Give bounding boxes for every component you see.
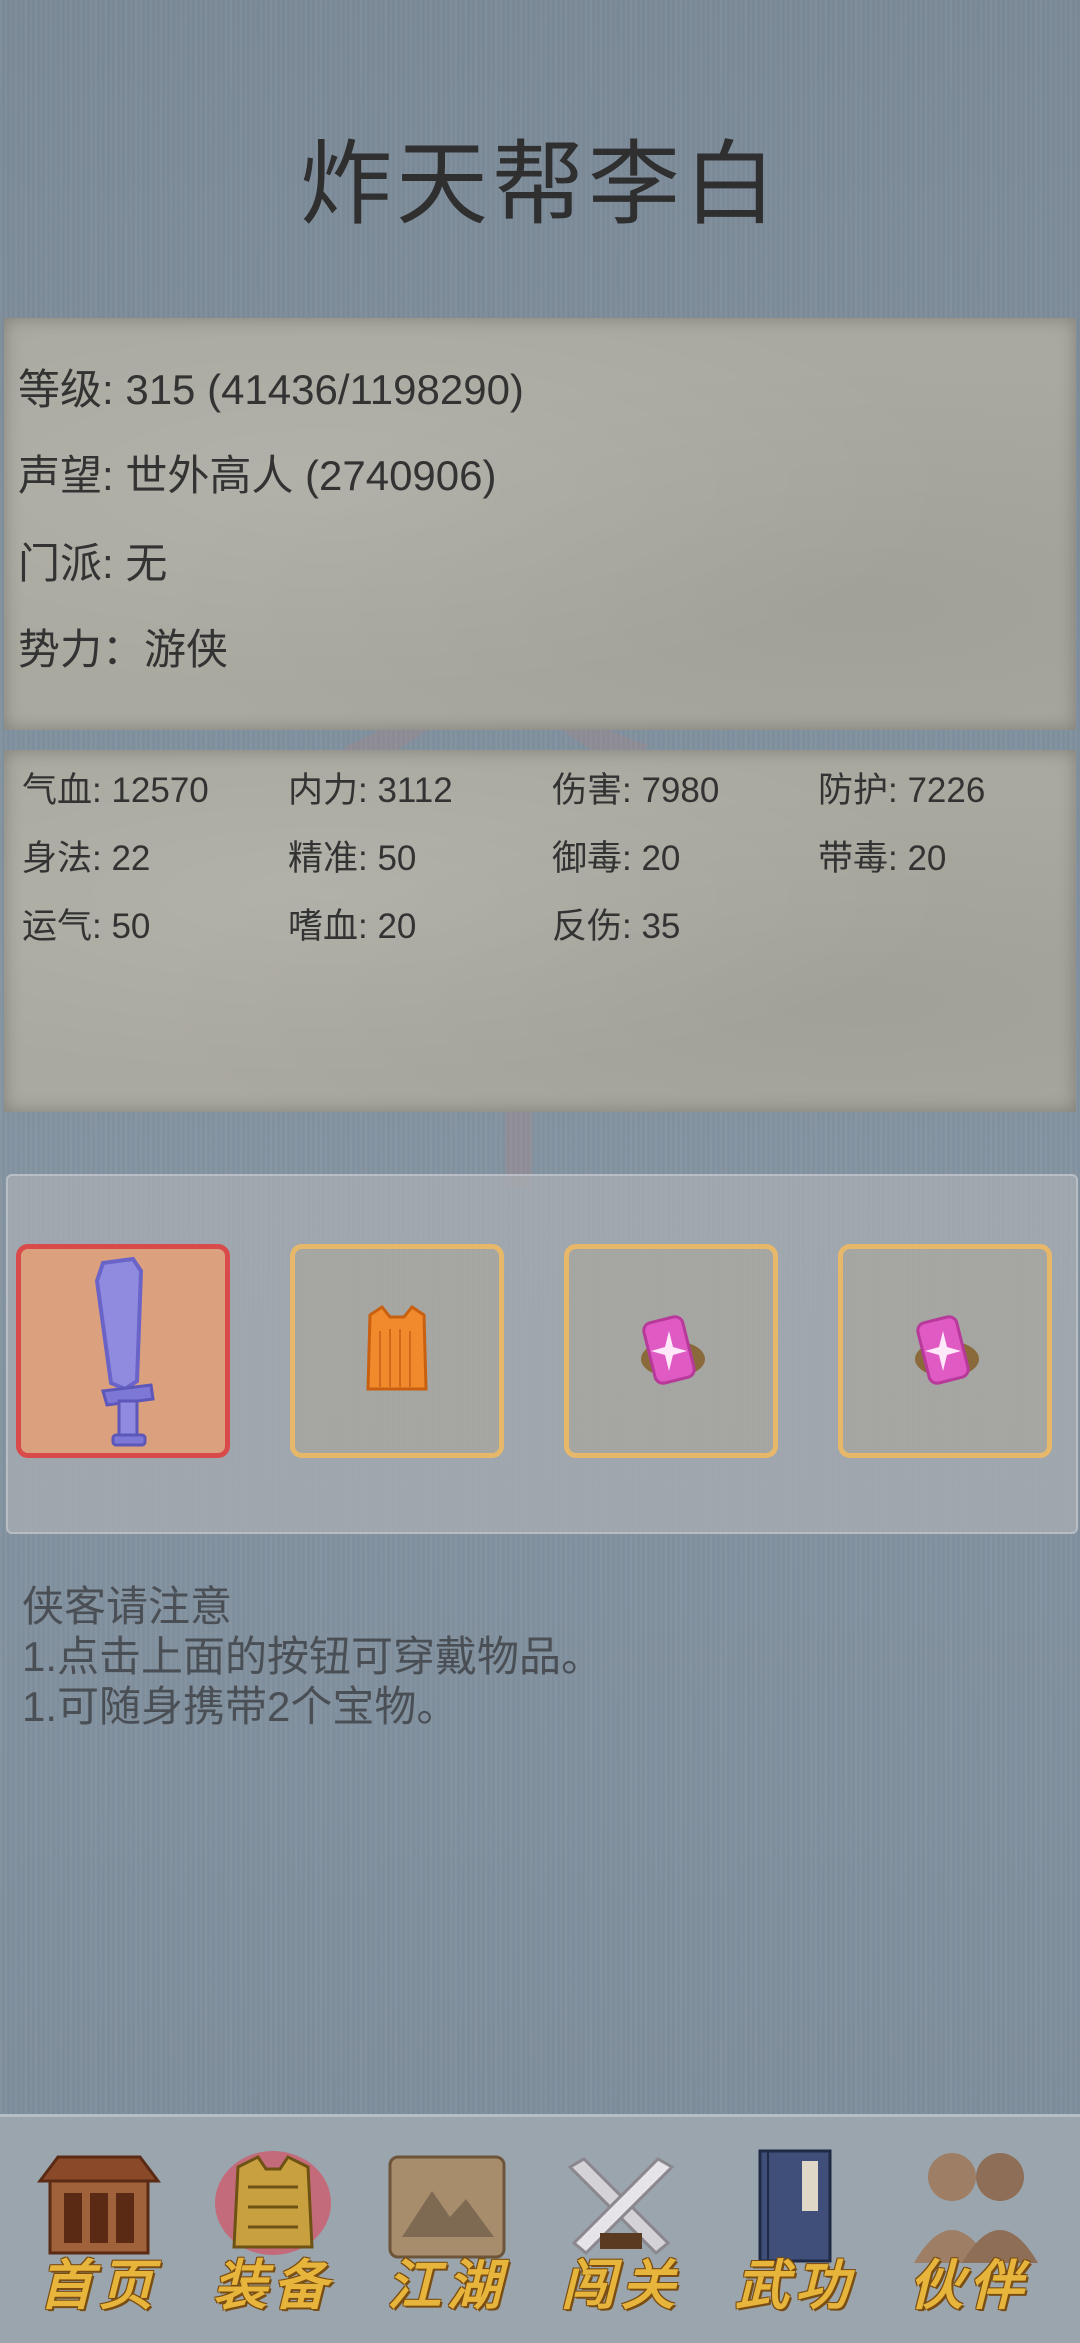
level-text: 等级: 315 (41436/1198290) — [18, 366, 524, 413]
stat-defense: 防护: 7226 — [818, 771, 986, 810]
equip-slot-armor[interactable] — [290, 1244, 504, 1458]
nav-label: 伙伴 — [909, 2253, 1029, 2317]
prestige-text: 声望: 世外高人 (2740906) — [18, 452, 497, 499]
nav-item-jianghu[interactable]: 江湖 — [360, 2117, 534, 2343]
bottom-nav: 首页 装备 江湖 闯关 武功 伙伴 — [0, 2114, 1080, 2343]
stat-reflect: 反伤: 35 — [552, 907, 681, 946]
faction-text: 势力：游侠 — [18, 626, 229, 673]
equip-slot-treasure-1[interactable] — [564, 1244, 778, 1458]
nav-label: 装备 — [213, 2253, 333, 2317]
equip-slot-treasure-2[interactable] — [838, 1244, 1052, 1458]
stat-hp: 气血: 12570 — [22, 771, 209, 810]
notice-block: 侠客请注意 1.点击上面的按钮可穿戴物品。 1.可随身携带2个宝物。 — [22, 1582, 603, 1732]
stat-agility: 身法: 22 — [22, 839, 151, 878]
treasure-icon — [641, 1315, 705, 1385]
nav-item-partners[interactable]: 伙伴 — [882, 2117, 1056, 2343]
treasure-icon — [915, 1315, 979, 1385]
page-title: 炸天帮李白 — [299, 134, 780, 236]
nav-item-challenge[interactable]: 闯关 — [534, 2117, 708, 2343]
nav-item-martial-arts[interactable]: 武功 — [708, 2117, 882, 2343]
armor-icon — [366, 1304, 428, 1391]
sect-text: 门派: 无 — [18, 540, 168, 587]
stat-accuracy: 精准: 50 — [288, 839, 417, 878]
notice-line: 1.可随身携带2个宝物。 — [22, 1683, 459, 1730]
stat-poison: 带毒: 20 — [818, 839, 947, 878]
profile-panel: 等级: 315 (41436/1198290) 声望: 世外高人 (274090… — [4, 318, 1076, 730]
stat-mp: 内力: 3112 — [288, 771, 453, 810]
nav-label: 闯关 — [561, 2253, 681, 2317]
equip-slot-weapon[interactable] — [16, 1244, 230, 1458]
stat-damage: 伤害: 7980 — [552, 771, 720, 810]
stats-panel: 气血: 12570 内力: 3112 伤害: 7980 防护: 7226 身法:… — [4, 750, 1076, 1112]
nav-item-home[interactable]: 首页 — [12, 2117, 186, 2343]
nav-label: 江湖 — [387, 2253, 507, 2317]
notice-heading: 侠客请注意 — [22, 1583, 233, 1630]
nav-item-equipment[interactable]: 装备 — [186, 2117, 360, 2343]
broadsword-icon — [94, 1256, 155, 1447]
nav-label: 武功 — [735, 2253, 855, 2317]
stat-poison-resist: 御毒: 20 — [552, 839, 681, 878]
notice-line: 1.点击上面的按钮可穿戴物品。 — [22, 1633, 604, 1680]
stat-luck: 运气: 50 — [22, 907, 151, 946]
equipment-panel — [6, 1174, 1078, 1534]
stat-bloodthirst: 嗜血: 20 — [288, 907, 417, 946]
nav-label: 首页 — [39, 2253, 159, 2317]
